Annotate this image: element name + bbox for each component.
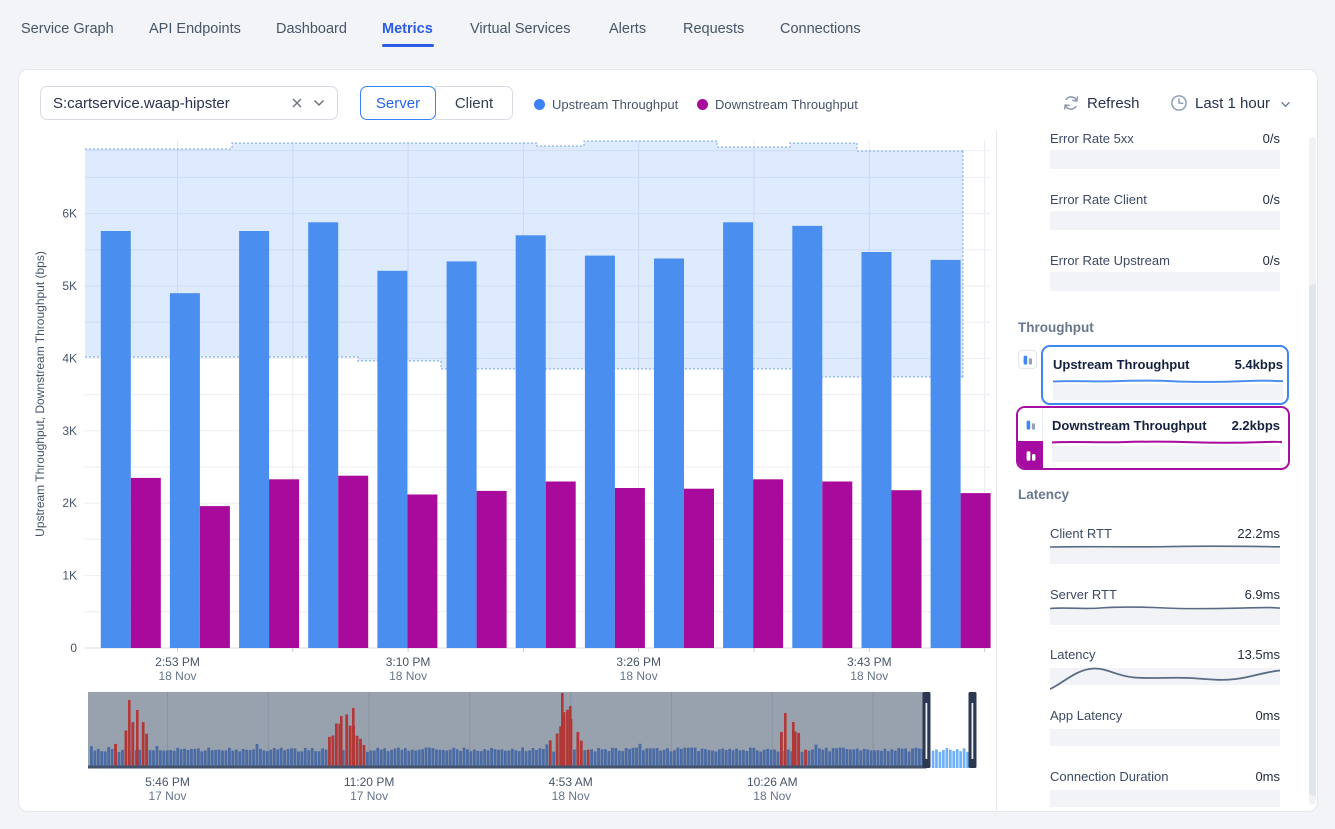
- svg-text:18 Nov: 18 Nov: [552, 789, 590, 803]
- svg-text:17 Nov: 17 Nov: [350, 789, 388, 803]
- svg-text:18 Nov: 18 Nov: [389, 669, 427, 683]
- svg-text:18 Nov: 18 Nov: [620, 669, 658, 683]
- svg-text:Upstream Throughput, Downstrea: Upstream Throughput, Downstream Throughp…: [33, 251, 47, 537]
- svg-text:6K: 6K: [62, 207, 77, 221]
- svg-text:3:10 PM: 3:10 PM: [386, 655, 431, 669]
- svg-text:10:26 AM: 10:26 AM: [747, 775, 798, 789]
- svg-text:11:20 PM: 11:20 PM: [344, 775, 394, 789]
- svg-text:2K: 2K: [62, 496, 77, 510]
- svg-text:5K: 5K: [62, 279, 77, 293]
- svg-text:18 Nov: 18 Nov: [158, 669, 196, 683]
- svg-text:18 Nov: 18 Nov: [753, 789, 791, 803]
- svg-text:2:53 PM: 2:53 PM: [155, 655, 200, 669]
- svg-text:0: 0: [70, 641, 77, 655]
- svg-text:18 Nov: 18 Nov: [850, 669, 888, 683]
- svg-text:5:46 PM: 5:46 PM: [145, 775, 190, 789]
- svg-text:3K: 3K: [62, 424, 77, 438]
- svg-text:4:53 AM: 4:53 AM: [549, 775, 593, 789]
- svg-text:3:43 PM: 3:43 PM: [847, 655, 892, 669]
- svg-text:1K: 1K: [62, 569, 77, 583]
- svg-text:17 Nov: 17 Nov: [148, 789, 186, 803]
- svg-text:4K: 4K: [62, 351, 77, 365]
- svg-text:3:26 PM: 3:26 PM: [616, 655, 661, 669]
